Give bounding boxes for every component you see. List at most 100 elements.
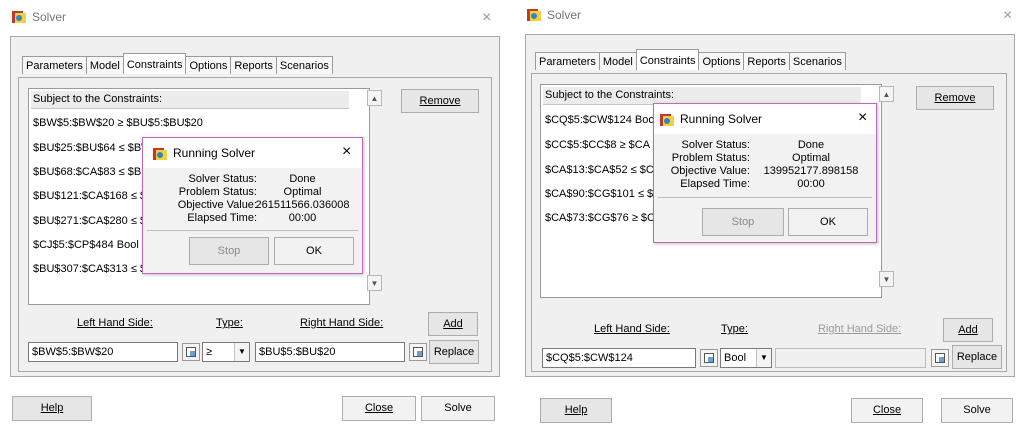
tab-constraints[interactable]: Constraints [635,49,700,70]
chevron-down-icon[interactable]: ▼ [756,349,771,367]
rhs-input[interactable]: $BU$5:$BU$20 [255,342,405,362]
help-label: Help [40,402,64,414]
tab-constraints[interactable]: Constraints [122,53,187,74]
type-select[interactable]: Bool ▼ [720,348,772,368]
rhs-label: Right Hand Side: [300,317,384,329]
dialog-title: Solver [32,10,67,24]
tab-options[interactable]: Options [698,52,745,70]
remove-button[interactable]: Remove [401,89,479,113]
objective-value: 139952177.898158 [763,165,859,177]
tab-reports[interactable]: Reports [743,52,790,70]
elapsed-time-value: 00:00 [288,212,317,224]
list-item[interactable]: $CQ$5:$CW$124 Boo [545,112,654,128]
help-button[interactable]: Help [12,396,92,421]
list-item[interactable]: $CA$13:$CA$52 ≤ $C [545,162,654,178]
list-item[interactable]: $BU$307:$CA$313 ≤ $E [33,261,153,277]
tab-reports[interactable]: Reports [230,56,277,74]
stop-label: Stop [731,216,755,228]
remove-label: Remove [419,95,461,107]
rhs-input[interactable] [775,348,926,368]
list-header: Subject to the Constraints: [31,91,349,109]
solver-dialog-left: Solver × Parameters Model Constraints Op… [0,0,505,427]
popup-title: Running Solver [680,112,763,126]
lhs-range-picker-icon[interactable] [700,349,718,367]
tab-model[interactable]: Model [598,52,637,70]
problem-status-label: Problem Status: [671,152,750,164]
ok-label: OK [306,245,322,257]
add-button[interactable]: Add [428,312,478,336]
popup-close-button[interactable]: × [858,109,867,127]
solve-button[interactable]: Solve [421,396,495,421]
popup-divider [658,197,872,198]
lhs-range-picker-icon[interactable] [182,343,200,361]
list-item[interactable]: $BU$121:$CA$168 ≤ $E [33,188,153,204]
popup-title-bar: Running Solver × [654,104,876,134]
tab-model[interactable]: Model [85,56,124,74]
solve-label: Solve [963,404,991,416]
dialog-title: Solver [547,8,582,22]
tab-bar: Parameters Model Constraints Options Rep… [22,53,333,74]
elapsed-time-value: 00:00 [797,178,825,190]
popup-title: Running Solver [173,146,256,160]
tab-scenarios[interactable]: Scenarios [788,52,846,70]
ok-button[interactable]: OK [788,208,868,236]
running-solver-popup: Running Solver × Solver Status: Done Pro… [142,137,363,274]
ok-button[interactable]: OK [274,237,354,265]
replace-button[interactable]: Replace [429,340,479,364]
window-close-button[interactable]: × [482,10,491,26]
tab-parameters[interactable]: Parameters [535,52,600,70]
elapsed-time-label: Elapsed Time: [187,212,257,224]
rhs-range-picker-icon[interactable] [409,343,427,361]
solver-app-icon [12,10,26,24]
help-label: Help [564,404,588,416]
popup-close-button[interactable]: × [342,143,351,161]
add-label: Add [958,324,978,336]
solver-status-label: Solver Status: [188,173,257,185]
close-label: Close [364,402,394,414]
list-item[interactable]: $BU$271:$CA$280 ≤ $E [33,213,153,229]
type-select-value: ≥ [206,346,213,358]
tab-parameters[interactable]: Parameters [22,56,87,74]
scroll-down-arrow[interactable]: ▼ [879,271,894,287]
type-label: Type: [216,317,243,329]
list-item[interactable]: $CA$90:$CG$101 ≤ $ [545,186,653,202]
list-item[interactable]: $CC$5:$CC$8 ≥ $CA [545,137,650,153]
window-close-button[interactable]: × [1003,8,1012,24]
solver-dialog-right: Solver × Parameters Model Constraints Op… [515,0,1020,427]
tab-scenarios[interactable]: Scenarios [275,56,333,74]
close-button[interactable]: Close [851,398,923,423]
stop-button[interactable]: Stop [189,237,269,265]
type-select[interactable]: ≥ ▼ [202,342,250,362]
remove-button[interactable]: Remove [916,86,994,110]
close-label: Close [872,404,902,416]
replace-button[interactable]: Replace [952,345,1002,369]
chevron-down-icon[interactable]: ▼ [234,343,249,361]
add-button[interactable]: Add [943,318,993,342]
solve-label: Solve [444,402,472,414]
lhs-label: Left Hand Side: [594,323,670,335]
replace-label: Replace [956,351,998,363]
scroll-down-arrow[interactable]: ▼ [367,275,382,291]
close-button[interactable]: Close [342,396,416,421]
solver-app-icon [527,8,541,22]
rhs-label: Right Hand Side: [818,323,902,335]
stop-button[interactable]: Stop [702,208,784,236]
solver-app-icon [660,113,674,127]
replace-label: Replace [433,346,475,358]
rhs-range-picker-icon[interactable] [931,349,949,367]
tab-options[interactable]: Options [185,56,232,74]
problem-status-value: Optimal [792,152,830,164]
lhs-input[interactable]: $BW$5:$BW$20 [28,342,178,362]
problem-status-value: Optimal [283,186,322,198]
solve-button[interactable]: Solve [941,398,1013,423]
lhs-input[interactable]: $CQ$5:$CW$124 [542,348,696,368]
list-item[interactable]: $BU$68:$CA$83 ≤ $BU [33,164,149,180]
list-item[interactable]: $BU$25:$BU$64 ≤ $BW [33,140,152,156]
problem-status-label: Problem Status: [178,186,257,198]
scroll-up-arrow[interactable]: ▲ [879,86,894,102]
help-button[interactable]: Help [540,398,612,423]
scroll-up-arrow[interactable]: ▲ [367,90,382,106]
list-item[interactable]: $CA$73:$CG$76 ≥ $C [545,210,655,226]
list-item[interactable]: $BW$5:$BW$20 ≥ $BU$5:$BU$20 [33,115,203,131]
list-item[interactable]: $CJ$5:$CP$484 Bool [33,237,139,253]
